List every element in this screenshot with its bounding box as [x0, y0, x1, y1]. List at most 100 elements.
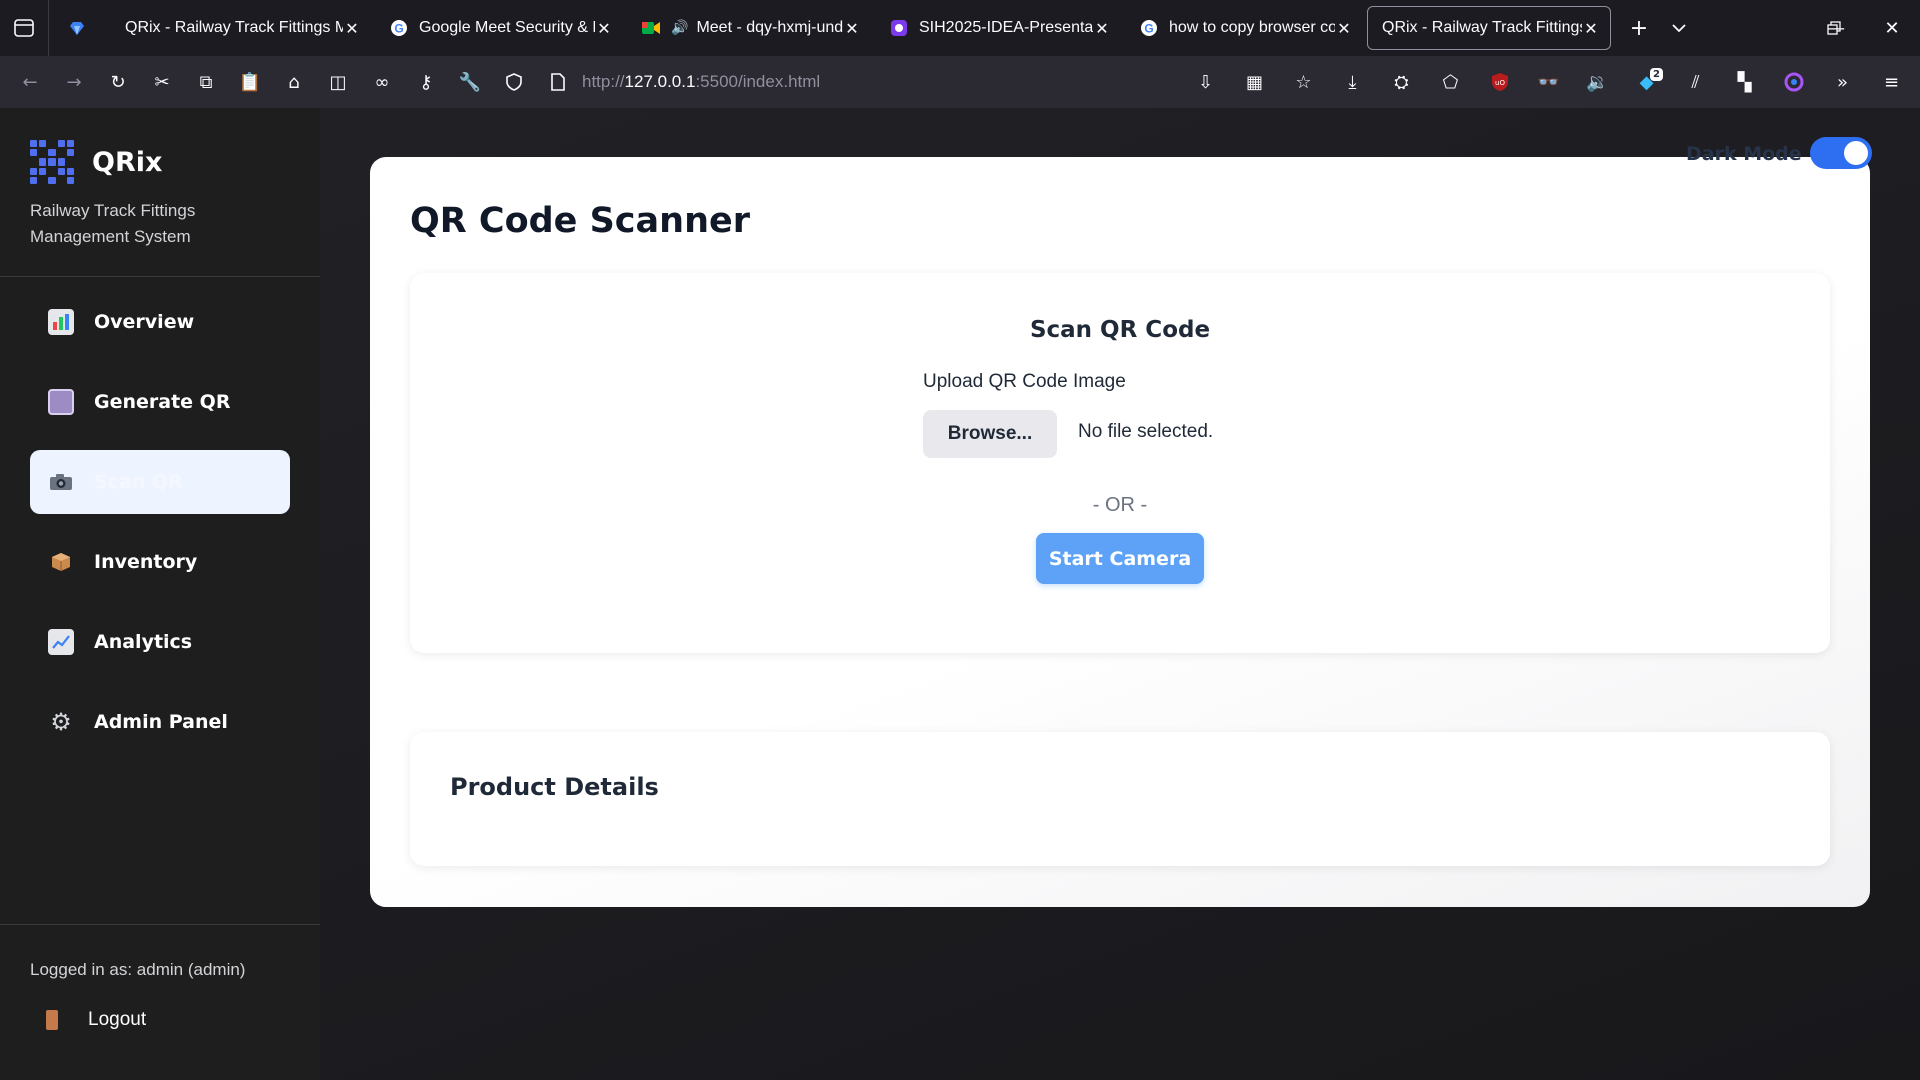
ublock-button[interactable]: uO: [1475, 62, 1524, 102]
toolbar-extensions: ⇩ ▦ ☆ ⤓ ⛭ ⬠ uO 👓 🔉 ◆ 2 ⫽ ▚ » ≡: [1181, 56, 1920, 108]
package-icon: [48, 549, 74, 575]
extension-color-button[interactable]: [1769, 62, 1818, 102]
tab-title: QRix - Railway Track Fittings M: [1382, 19, 1582, 36]
speaker-icon[interactable]: 🔊: [671, 20, 688, 36]
copy-button[interactable]: ⧉: [184, 62, 228, 102]
sidebar-item-analytics[interactable]: Analytics: [30, 610, 290, 674]
close-tab-icon[interactable]: ✕: [595, 19, 613, 38]
chevron-down-icon: [1672, 24, 1686, 33]
browser-tab-strip: QRix - Railway Track Fittings M ✕ G Goog…: [0, 0, 1920, 56]
grid-icon: ▦: [1245, 71, 1263, 93]
tab-sih-presentation[interactable]: SIH2025-IDEA-Presentatio ✕: [875, 6, 1121, 50]
cut-button[interactable]: ✂: [140, 62, 184, 102]
home-button[interactable]: ⌂: [272, 62, 316, 102]
mask-icon: ∞: [374, 71, 390, 93]
url-prefix: http://: [582, 72, 625, 91]
paste-button[interactable]: 📋: [228, 62, 272, 102]
tab-pinned[interactable]: [53, 6, 107, 50]
downloads-button[interactable]: ⤓: [1328, 62, 1377, 102]
sidebar-item-label: Analytics: [94, 631, 193, 653]
sidebar-divider: [0, 924, 320, 925]
tab-meet[interactable]: 🔊 Meet - dqy-hxmj-und ✕: [627, 6, 871, 50]
list-all-tabs-button[interactable]: [0, 0, 49, 56]
close-tab-icon[interactable]: ✕: [1582, 19, 1600, 38]
browse-button[interactable]: Browse...: [923, 410, 1057, 458]
brand: QRix: [30, 140, 162, 184]
save-to-pocket-button[interactable]: ⇩: [1181, 62, 1230, 102]
volume-button[interactable]: 🔉: [1573, 62, 1622, 102]
start-camera-button[interactable]: Start Camera: [1036, 533, 1204, 584]
extension-glasses-button[interactable]: 👓: [1524, 62, 1573, 102]
tools-button[interactable]: 🔧: [448, 62, 492, 102]
sidebar-divider: [0, 276, 320, 277]
tab-qrix-1[interactable]: QRix - Railway Track Fittings M ✕: [111, 6, 371, 50]
meet-icon: [641, 18, 661, 38]
close-window-button[interactable]: ✕: [1864, 0, 1920, 56]
passwords-button[interactable]: ⚷: [404, 62, 448, 102]
logout-button[interactable]: Logout: [30, 992, 290, 1048]
close-tab-icon[interactable]: ✕: [1335, 19, 1353, 38]
extension-grid-button[interactable]: ▚: [1720, 62, 1769, 102]
sidebar-menu: Overview Generate QR Scan QR Inventory A…: [30, 290, 290, 770]
upload-label: Upload QR Code Image: [923, 371, 1126, 392]
square-icon: [48, 389, 74, 415]
bar-chart-icon: [48, 309, 74, 335]
reload-button[interactable]: ↻: [96, 62, 140, 102]
volume-icon: 🔉: [1586, 71, 1609, 93]
sidebar-item-generate-qr[interactable]: Generate QR: [30, 370, 290, 434]
home-icon: ⌂: [288, 71, 300, 93]
page-info-button[interactable]: [536, 62, 580, 102]
close-tab-icon[interactable]: ✕: [843, 19, 861, 38]
forward-button[interactable]: →: [52, 62, 96, 102]
extensions-button[interactable]: ⬠: [1426, 62, 1475, 102]
sidebar-item-overview[interactable]: Overview: [30, 290, 290, 354]
key-icon: ⚷: [419, 71, 433, 93]
tab-list-icon: [14, 19, 34, 37]
sidebar-item-scan-qr[interactable]: Scan QR: [30, 450, 290, 514]
url-bar[interactable]: http://127.0.0.1:5500/index.html: [582, 56, 820, 108]
svg-text:G: G: [1144, 22, 1153, 36]
close-tab-icon[interactable]: ✕: [343, 19, 361, 38]
swirl-icon: [1784, 72, 1803, 92]
download-box-icon: ⇩: [1197, 71, 1214, 93]
extension-slashes-button[interactable]: ⫽: [1671, 62, 1720, 102]
dark-mode-toggle[interactable]: [1810, 137, 1872, 169]
sidebar-item-inventory[interactable]: Inventory: [30, 530, 290, 594]
sidebar-item-label: Generate QR: [94, 391, 231, 413]
double-chevron-icon: »: [1836, 71, 1848, 93]
tracking-protection-button[interactable]: [492, 62, 536, 102]
sidebar-icon: ◫: [329, 71, 347, 93]
bookmark-button[interactable]: ☆: [1279, 62, 1328, 102]
restore-button[interactable]: [1806, 0, 1862, 56]
tab-google-meet-security[interactable]: G Google Meet Security & Pr ✕: [375, 6, 623, 50]
gem-icon: [67, 18, 87, 38]
url-rest: :5500/index.html: [695, 72, 821, 91]
apps-button[interactable]: ▦: [1230, 62, 1279, 102]
wrench-icon: 🔧: [458, 71, 482, 93]
logged-in-status: Logged in as: admin (admin): [30, 960, 246, 979]
glasses-icon: 👓: [1537, 71, 1560, 93]
back-button[interactable]: ←: [8, 62, 52, 102]
scan-qr-card: Scan QR Code Upload QR Code Image Browse…: [410, 273, 1830, 653]
product-details-card: Product Details: [410, 732, 1830, 866]
sidebar-item-admin-panel[interactable]: ⚙ Admin Panel: [30, 690, 290, 754]
private-browsing-button[interactable]: ∞: [360, 62, 404, 102]
app-menu-button[interactable]: ≡: [1867, 62, 1916, 102]
canva-icon: [889, 18, 909, 38]
new-tab-button[interactable]: +: [1619, 8, 1659, 48]
more-tools-button[interactable]: »: [1818, 62, 1867, 102]
clipboard-icon: 📋: [238, 71, 262, 93]
account-button[interactable]: ⛭: [1377, 62, 1426, 102]
sidebar-item-label: Admin Panel: [94, 711, 228, 733]
browser-nav-bar: ← → ↻ ✂ ⧉ 📋 ⌂ ◫ ∞ ⚷ 🔧 http://127.0.0.1:5…: [0, 56, 1920, 108]
tab-copy-console[interactable]: G how to copy browser cons ✕: [1125, 6, 1363, 50]
download-icon: ⤓: [1348, 71, 1357, 93]
close-tab-icon[interactable]: ✕: [1093, 19, 1111, 38]
restore-icon: [1827, 21, 1841, 35]
reader-view-button[interactable]: ◫: [316, 62, 360, 102]
tab-overflow-button[interactable]: [1659, 8, 1699, 48]
tab-qrix-active[interactable]: QRix - Railway Track Fittings M ✕: [1367, 6, 1611, 50]
tab-title: SIH2025-IDEA-Presentatio: [919, 19, 1093, 36]
extension-badge-button[interactable]: ◆ 2: [1622, 62, 1671, 102]
brand-tagline: Railway Track Fittings Management System: [30, 201, 196, 246]
